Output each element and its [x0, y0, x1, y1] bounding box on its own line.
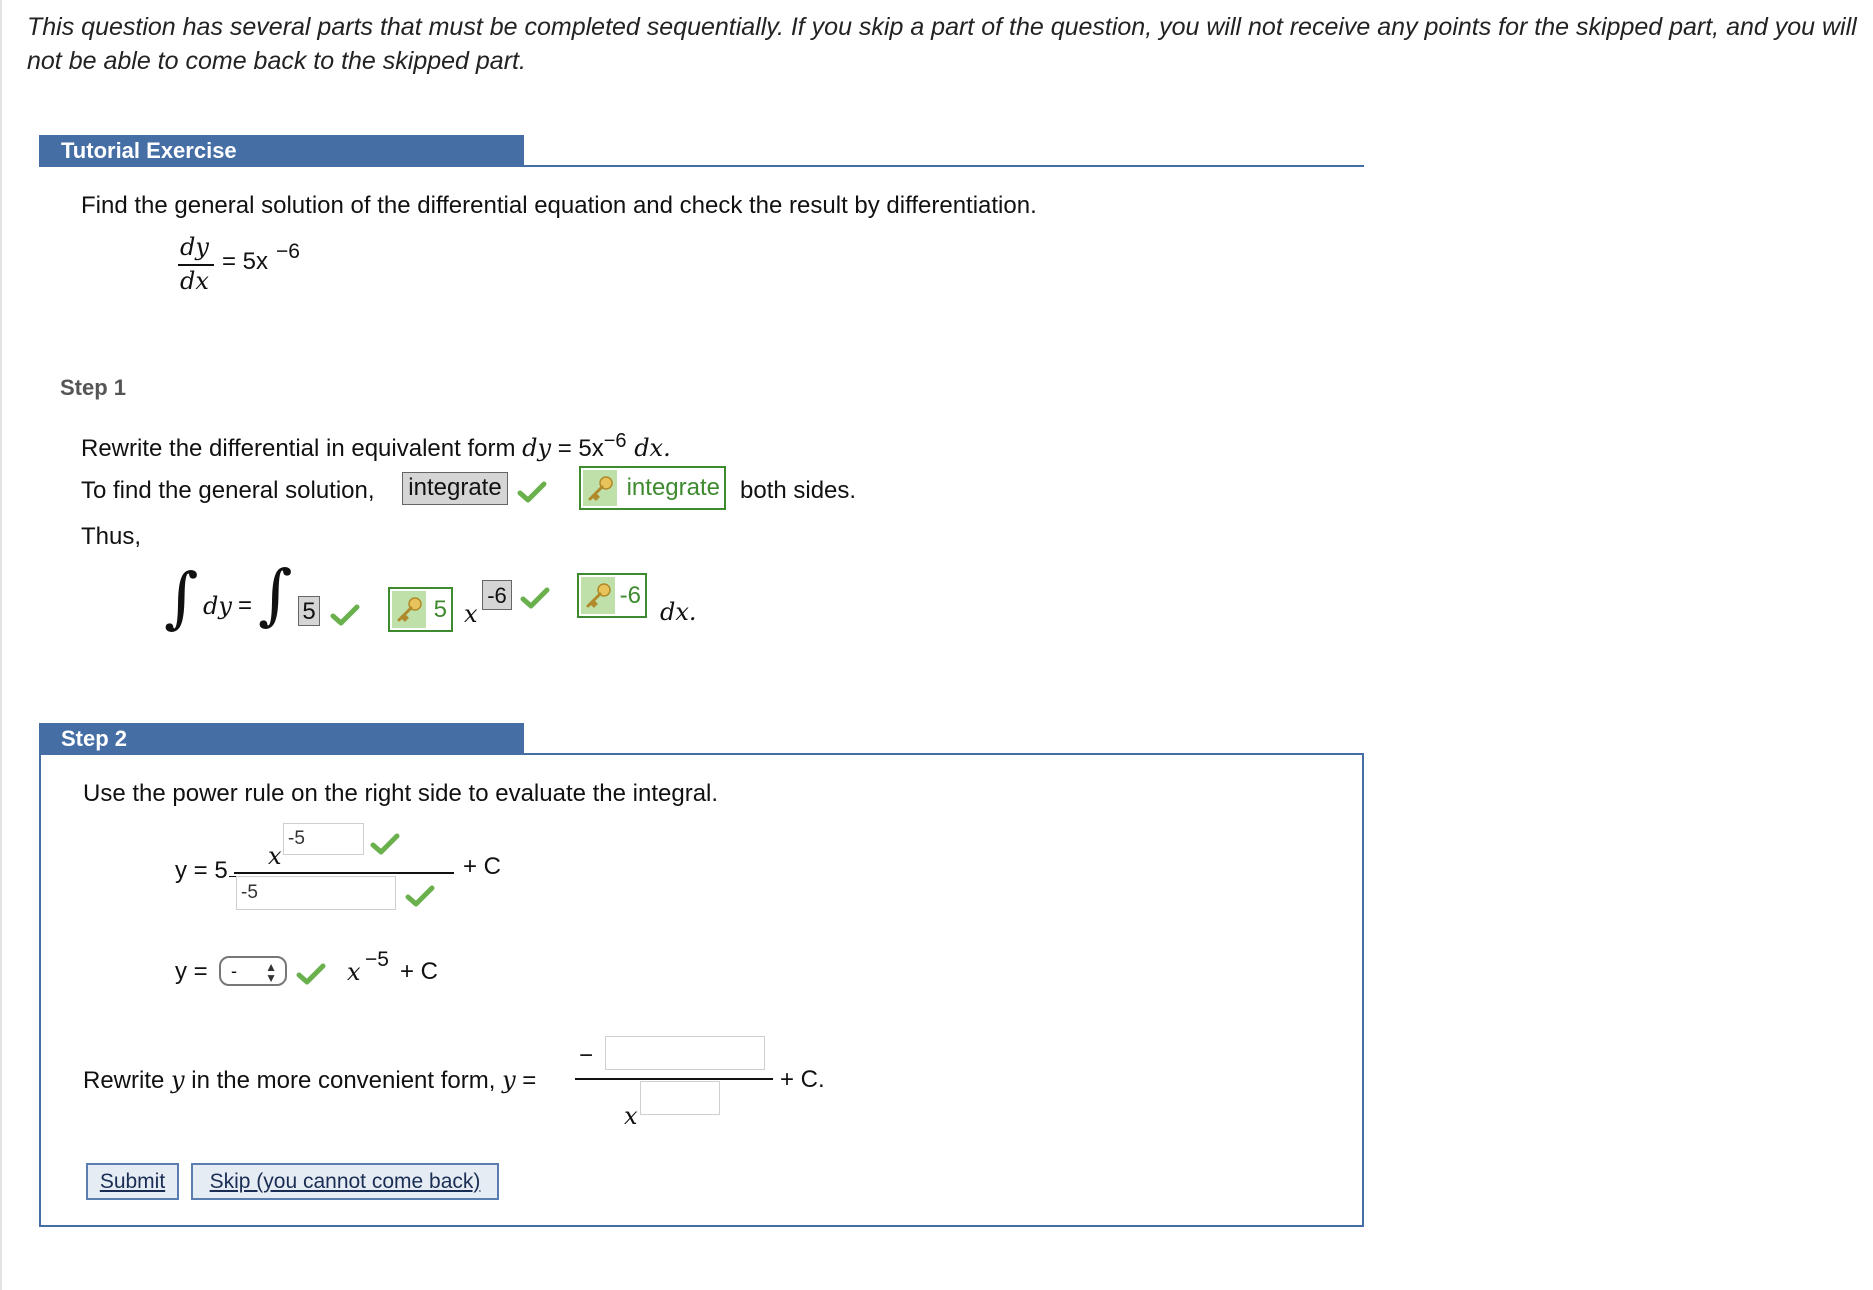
integral-dx: dx. — [660, 598, 697, 626]
left-border — [0, 0, 2, 1290]
exponent-answer: -6 — [482, 580, 512, 610]
select-row-x: x — [347, 958, 361, 986]
check-icon — [520, 586, 550, 610]
frac-x: x — [268, 842, 282, 870]
step1-line1: Rewrite the differential in equivalent f… — [81, 430, 671, 463]
equation-exponent: −6 — [276, 240, 300, 263]
key-icon — [392, 591, 426, 628]
integral-sign-right: ∫ — [258, 556, 293, 633]
rewrite-y: y — [171, 1066, 185, 1094]
frac-lhs: y = 5 — [175, 857, 228, 884]
rewrite-numerator-input[interactable] — [605, 1036, 765, 1070]
step1-label: Step 1 — [60, 375, 127, 400]
integrate-key-value: integrate — [626, 474, 720, 501]
step1-line1-exp: −6 — [603, 430, 627, 452]
sequential-notice: This question has several parts that mus… — [27, 13, 1857, 75]
integral-equals: = — [238, 592, 253, 619]
select-row-exp: −5 — [365, 948, 389, 971]
rewrite-exponent-input[interactable] — [640, 1081, 720, 1115]
exponent-key-value: -6 — [619, 581, 641, 609]
step1-line2-pre: To find the general solution, — [81, 477, 375, 504]
step1-line1-text: Rewrite the differential in equivalent f… — [81, 435, 523, 462]
frac-plus-c: + C — [463, 853, 502, 880]
check-icon — [330, 603, 360, 627]
integral-dy: dy — [203, 592, 232, 620]
rewrite-text-mid: in the more convenient form, — [184, 1067, 503, 1094]
equation-denominator: dx — [180, 267, 209, 295]
select-row-lhs: y = — [175, 958, 208, 985]
coefficient-key-value: 5 — [433, 595, 447, 623]
integrate-answer: integrate — [402, 472, 508, 505]
rewrite-x: x — [624, 1102, 638, 1130]
check-icon — [296, 962, 326, 986]
step1-line2-post: both sides. — [740, 477, 857, 504]
step2-header: Step 2 — [39, 723, 524, 755]
denominator-input[interactable] — [236, 876, 396, 910]
step1-line1-eq: = 5x — [551, 435, 604, 462]
rewrite-line: Rewrite y in the more convenient form, y… — [83, 1066, 536, 1095]
rewrite-text-pre: Rewrite — [83, 1067, 172, 1094]
check-icon — [370, 832, 400, 856]
integral-sign-left: ∫ — [164, 559, 199, 636]
exponent-input[interactable] — [283, 823, 364, 855]
coefficient-answer: 5 — [298, 596, 320, 626]
equation-fraction-bar — [178, 264, 214, 266]
step2-panel — [39, 753, 1364, 1227]
tutorial-instruction: Find the general solution of the differe… — [81, 192, 1037, 219]
integrate-key-box: integrate — [579, 466, 726, 510]
sign-select[interactable]: - ▲ ▼ — [219, 956, 287, 986]
frac-bar — [234, 872, 454, 874]
rewrite-eq: = — [515, 1067, 537, 1094]
tutorial-header: Tutorial Exercise — [39, 135, 524, 167]
equation-numerator: dy — [180, 233, 209, 261]
step1-line1-dy: dy — [522, 434, 552, 462]
coefficient-key-box: 5 — [388, 587, 453, 632]
equation-rhs: = 5x — [222, 248, 269, 275]
rewrite-y2: y — [502, 1066, 516, 1094]
integral-x: x — [464, 600, 478, 628]
sign-select-value: - — [231, 960, 237, 981]
key-icon — [581, 577, 615, 614]
check-icon — [405, 884, 435, 908]
rewrite-minus: − — [579, 1042, 594, 1069]
rewrite-frac-bar — [575, 1078, 773, 1080]
step2-instruction: Use the power rule on the right side to … — [83, 780, 719, 807]
submit-button[interactable]: Submit — [86, 1163, 179, 1200]
select-row-plus-c: + C — [400, 958, 439, 985]
exponent-key-box: -6 — [577, 573, 647, 618]
skip-button[interactable]: Skip (you cannot come back) — [191, 1163, 499, 1200]
rewrite-plus-c: + C. — [780, 1066, 825, 1093]
key-icon — [583, 470, 617, 506]
step1-thus: Thus, — [81, 523, 142, 550]
step1-line1-dx: dx. — [626, 434, 671, 462]
tutorial-header-line — [39, 165, 1364, 167]
check-icon — [517, 480, 547, 504]
updown-arrows-icon: ▲ ▼ — [265, 960, 277, 985]
